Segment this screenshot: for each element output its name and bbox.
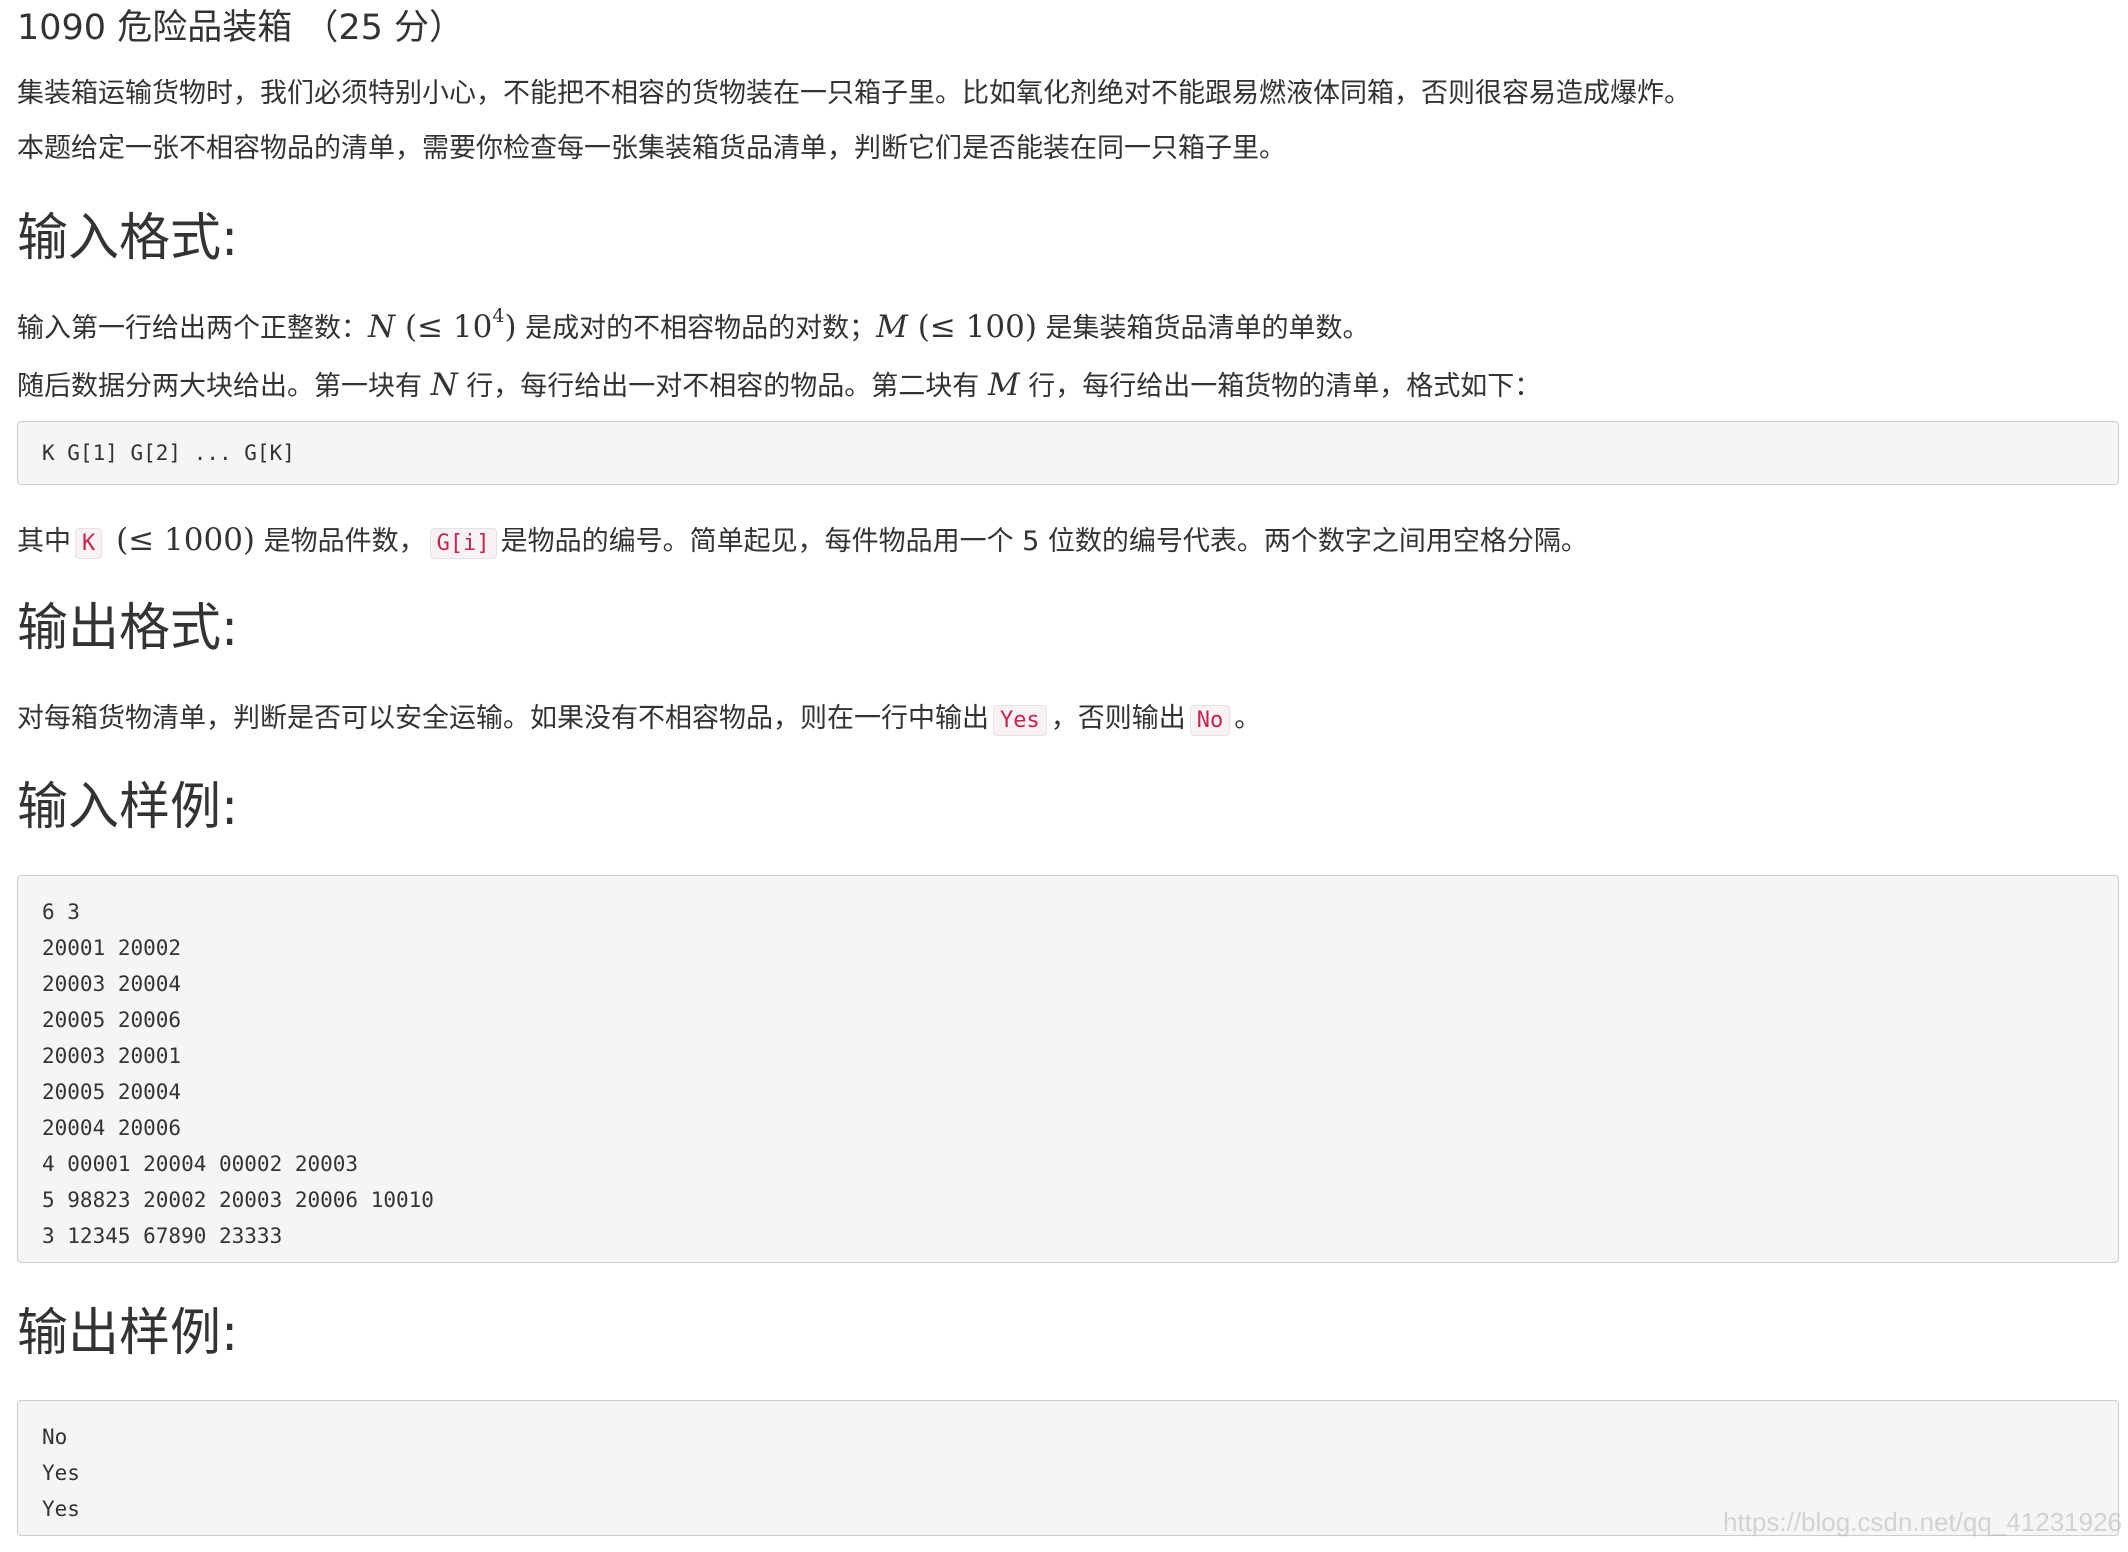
text: 是物品件数， bbox=[255, 526, 426, 557]
sample-input-line: 4 00001 20004 00002 20003 bbox=[42, 1152, 359, 1176]
text: 。 bbox=[1234, 703, 1262, 734]
sample-input-line: 6 3 bbox=[42, 900, 80, 924]
sample-input-heading: 输入样例: bbox=[17, 778, 239, 837]
sample-input-line: 20003 20001 bbox=[42, 1044, 182, 1068]
text: 其中 bbox=[17, 526, 71, 557]
math-n: N (≤ 104) bbox=[368, 304, 517, 345]
intro-paragraph-1: 集装箱运输货物时，我们必须特别小心，不能把不相容的货物装在一只箱子里。比如氧化剂… bbox=[17, 78, 1691, 109]
text: 对每箱货物清单，判断是否可以安全运输。如果没有不相容物品，则在一行中输出 bbox=[17, 703, 989, 734]
output-format-line: 对每箱货物清单，判断是否可以安全运输。如果没有不相容物品，则在一行中输出 Yes，… bbox=[17, 699, 1261, 741]
math-k: (≤ 1000) bbox=[106, 522, 256, 558]
sample-input-line: 3 12345 67890 23333 bbox=[42, 1224, 283, 1248]
text: 行，每行给出一箱货物的清单，格式如下： bbox=[1019, 371, 1542, 402]
text: 是集装箱货品清单的单数。 bbox=[1036, 313, 1370, 344]
sample-input-line: 20004 20006 bbox=[42, 1116, 182, 1140]
text: 是成对的不相容物品的对数； bbox=[516, 313, 877, 344]
format-code-block: K G[1] G[2] ... G[K] bbox=[17, 421, 2119, 485]
intro-paragraph-2: 本题给定一张不相容物品的清单，需要你检查每一张集装箱货品清单，判断它们是否能装在… bbox=[17, 133, 1286, 164]
inline-code-gi: G[i] bbox=[429, 528, 497, 559]
output-format-heading: 输出格式: bbox=[17, 599, 239, 658]
input-format-line-3: 其中 K (≤ 1000) 是物品件数， G[i] 是物品的编号。简单起见，每件物品用… bbox=[17, 520, 1588, 564]
problem-title: 1090 危险品装箱 （25 分） bbox=[17, 8, 464, 48]
watermark: https://blog.csdn.net/qq_41231926 bbox=[1723, 1507, 2122, 1537]
text: 行，每行给出一对不相容的物品。第二块有 bbox=[457, 371, 988, 402]
text: 是物品的编号。简单起见，每件物品用一个 5 位数的编号代表。两个数字之间用空格分… bbox=[500, 526, 1588, 557]
inline-code-yes: Yes bbox=[993, 705, 1047, 736]
sample-input-line: 20005 20006 bbox=[42, 1008, 182, 1032]
math-n: N bbox=[430, 367, 458, 403]
code-line: K G[1] G[2] ... G[K] bbox=[42, 441, 295, 465]
sample-output-line: No bbox=[42, 1425, 68, 1449]
sample-input-line: 20001 20002 bbox=[42, 936, 182, 960]
text: 输入第一行给出两个正整数： bbox=[17, 313, 368, 344]
math-m: M (≤ 100) bbox=[876, 309, 1037, 345]
text: ，否则输出 bbox=[1050, 703, 1186, 734]
input-format-line-1: 输入第一行给出两个正整数：N (≤ 104) 是成对的不相容物品的对数；M (≤… bbox=[17, 304, 1370, 349]
math-m: M bbox=[987, 367, 1020, 403]
sample-input-line: 20005 20004 bbox=[42, 1080, 182, 1104]
input-format-heading: 输入格式: bbox=[17, 209, 239, 268]
sample-output-heading: 输出样例: bbox=[17, 1304, 239, 1363]
inline-code-no: No bbox=[1189, 705, 1231, 736]
sample-input-block: 6 3 20001 20002 20003 20004 20005 20006 … bbox=[17, 875, 2119, 1263]
inline-code-k: K bbox=[75, 528, 103, 559]
input-format-line-2: 随后数据分两大块给出。第一块有 N 行，每行给出一对不相容的物品。第二块有 M … bbox=[17, 365, 1541, 407]
text: 随后数据分两大块给出。第一块有 bbox=[17, 371, 431, 402]
sample-output-line: Yes bbox=[42, 1461, 80, 1485]
sample-input-line: 5 98823 20002 20003 20006 10010 bbox=[42, 1188, 434, 1212]
sample-input-line: 20003 20004 bbox=[42, 972, 182, 996]
